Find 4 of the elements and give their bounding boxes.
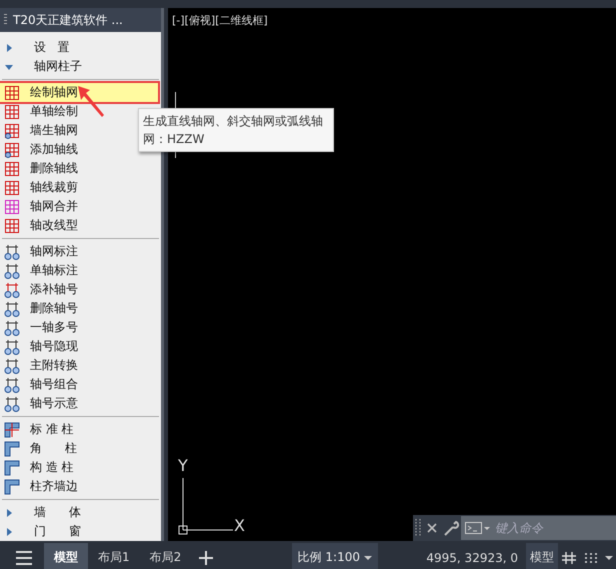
coordinates-readout: 4995, 32923, 0 xyxy=(425,550,519,564)
tooltip: 生成直线轴网、斜交轴网或弧线轴网：HZZW xyxy=(138,108,334,152)
palette-title: T20天正建筑软件 ... xyxy=(0,8,161,32)
ucs-axes-drawing: Y X xyxy=(176,456,266,536)
